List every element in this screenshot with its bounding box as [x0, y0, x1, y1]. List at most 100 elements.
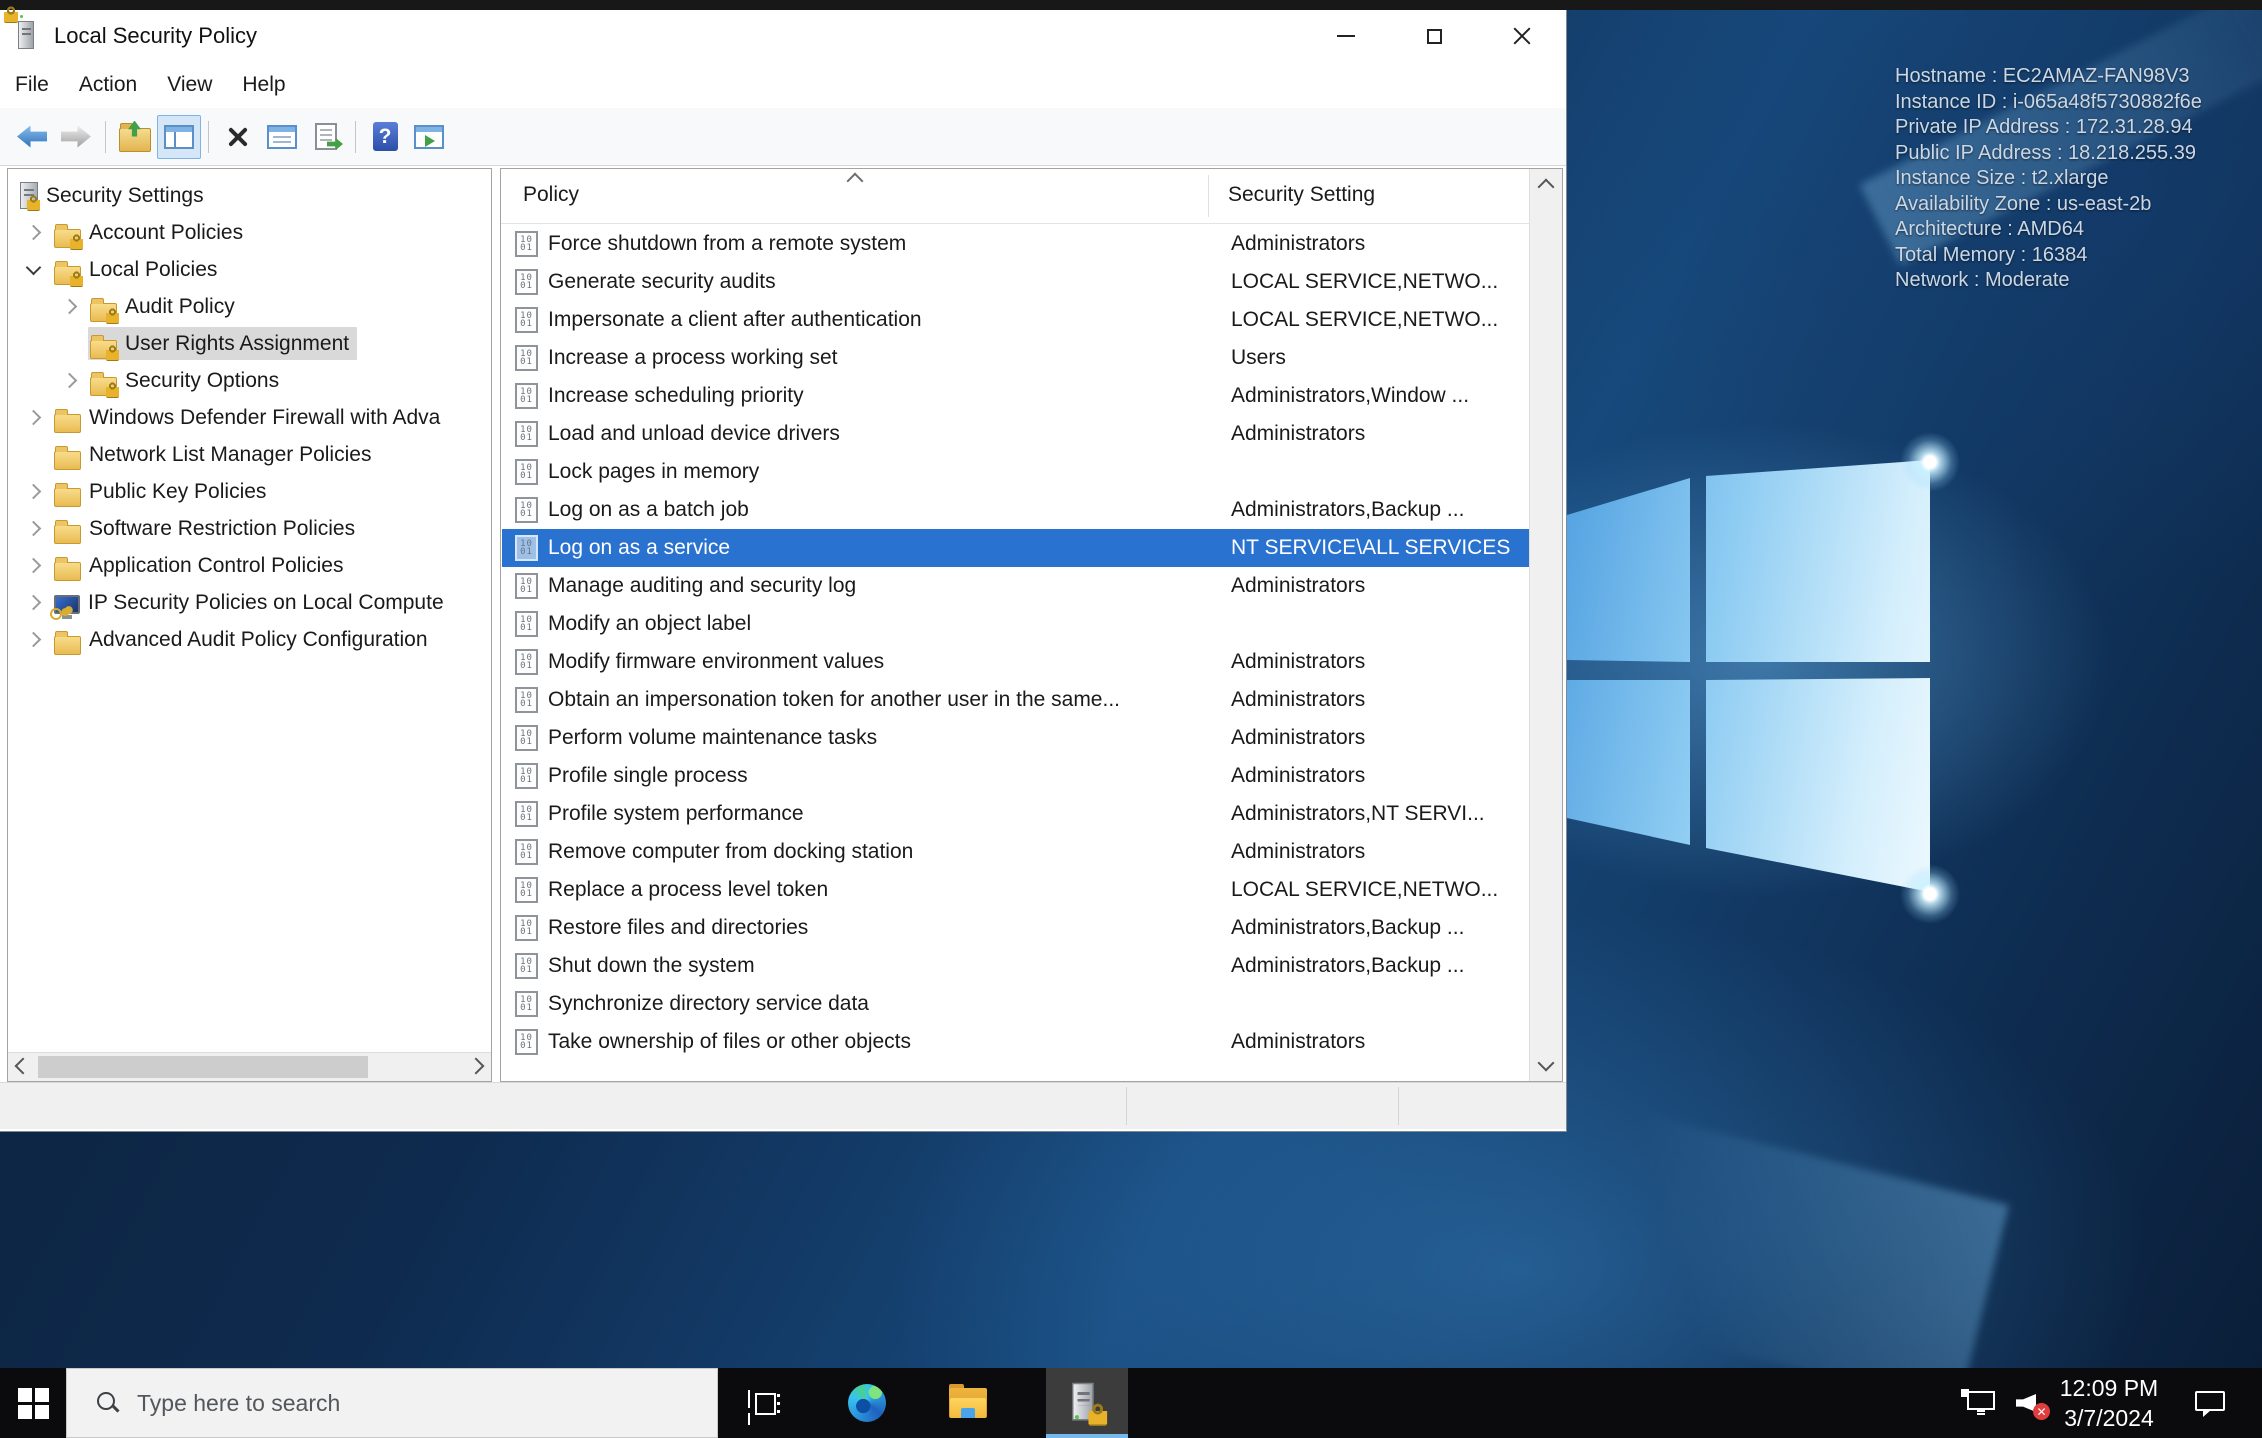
table-row[interactable]: 10 01 Replace a process level token LOCAL…: [502, 871, 1531, 909]
menu-item[interactable]: View: [152, 62, 227, 108]
minimize-button[interactable]: [1302, 10, 1390, 62]
search-input[interactable]: [135, 1388, 579, 1418]
table-row[interactable]: 10 01 Profile system performance Administ…: [502, 795, 1531, 833]
tree-item-label: Public Key Policies: [89, 479, 267, 503]
tree-item[interactable]: User Rights Assignment: [8, 325, 491, 362]
show-console-tree-button[interactable]: [157, 114, 201, 159]
table-row[interactable]: 10 01 Synchronize directory service data: [502, 985, 1531, 1023]
taskbar-search[interactable]: [66, 1368, 718, 1438]
menu-item[interactable]: Help: [227, 62, 300, 108]
chevron-icon: [25, 409, 42, 426]
table-row[interactable]: 10 01 Shut down the system Administrators…: [502, 947, 1531, 985]
policy-cell: Obtain an impersonation token for anothe…: [548, 688, 1120, 711]
task-view-button[interactable]: [733, 1368, 795, 1438]
menu-item[interactable]: File: [0, 62, 64, 108]
vertical-scrollbar[interactable]: [1529, 169, 1562, 1081]
table-row[interactable]: 10 01 Load and unload device drivers Admi…: [502, 415, 1531, 453]
table-row[interactable]: 10 01 Profile single process Administrato…: [502, 757, 1531, 795]
expander[interactable]: [22, 409, 52, 426]
tree-item-label: Network List Manager Policies: [89, 442, 372, 466]
table-row[interactable]: 10 01 Restore files and directories Admin…: [502, 909, 1531, 947]
tree-item[interactable]: Network List Manager Policies: [8, 436, 491, 473]
tree-item[interactable]: Account Policies: [8, 214, 491, 251]
scroll-up-icon[interactable]: [1537, 178, 1555, 196]
edge-button[interactable]: [836, 1368, 898, 1438]
tree-item[interactable]: Audit Policy: [8, 288, 491, 325]
tree-item-label: Advanced Audit Policy Configuration: [89, 627, 428, 651]
delete-button[interactable]: [216, 115, 260, 159]
expander[interactable]: [22, 259, 52, 276]
column-header-policy[interactable]: Policy: [523, 183, 579, 207]
table-row[interactable]: 10 01 Log on as a service NT SERVICE\ALL …: [502, 529, 1531, 567]
policy-rows: 10 01 Force shutdown from a remote system…: [502, 225, 1531, 1061]
close-icon: [1512, 26, 1532, 46]
table-row[interactable]: 10 01 Take ownership of files or other ob…: [502, 1023, 1531, 1061]
action-center-button[interactable]: [2180, 1368, 2242, 1438]
table-row[interactable]: 10 01 Force shutdown from a remote system…: [502, 225, 1531, 263]
tree-item[interactable]: Local Policies: [8, 251, 491, 288]
maximize-button[interactable]: [1390, 10, 1478, 62]
menu-item[interactable]: Action: [64, 62, 152, 108]
table-row[interactable]: 10 01 Manage auditing and security log Ad…: [502, 567, 1531, 605]
scroll-down-icon[interactable]: [1537, 1054, 1555, 1072]
column-header-security-setting[interactable]: Security Setting: [1228, 183, 1375, 207]
column-divider[interactable]: [1208, 175, 1209, 217]
security-setting-cell: Administrators: [1231, 650, 1366, 673]
tree-item[interactable]: Application Control Policies: [8, 547, 491, 584]
expander[interactable]: [22, 631, 52, 648]
delete-icon: [225, 124, 251, 150]
table-row[interactable]: 10 01 Increase a process working set User…: [502, 339, 1531, 377]
title-bar[interactable]: Local Security Policy: [0, 6, 1566, 62]
glow-star: [1900, 432, 1960, 492]
expander[interactable]: [22, 483, 52, 500]
expander[interactable]: [22, 557, 52, 574]
expander[interactable]: [22, 520, 52, 537]
tree-item[interactable]: Windows Defender Firewall with Adva: [8, 399, 491, 436]
tree-node-icon: [54, 482, 81, 507]
expander[interactable]: [58, 298, 88, 315]
tree-item[interactable]: Software Restriction Policies: [8, 510, 491, 547]
table-row[interactable]: 10 01 Remove computer from docking statio…: [502, 833, 1531, 871]
table-row[interactable]: 10 01 Impersonate a client after authenti…: [502, 301, 1531, 339]
chevron-icon: [25, 557, 42, 574]
file-explorer-button[interactable]: [937, 1368, 999, 1438]
forward-button[interactable]: [54, 115, 98, 159]
expander[interactable]: [58, 372, 88, 389]
scroll-right-icon[interactable]: [467, 1057, 485, 1075]
volume-muted-icon: ✕: [2014, 1388, 2050, 1420]
up-one-level-button[interactable]: [113, 115, 157, 159]
tree-item[interactable]: IP Security Policies on Local Compute: [8, 584, 491, 621]
policy-icon: 10 01: [515, 725, 538, 751]
table-row[interactable]: 10 01 Log on as a batch job Administrator…: [502, 491, 1531, 529]
expander[interactable]: [22, 449, 52, 460]
tree-item[interactable]: Security Settings: [8, 177, 491, 214]
window-title: Local Security Policy: [54, 23, 257, 48]
expander[interactable]: [22, 594, 52, 611]
help-button[interactable]: ?: [363, 115, 407, 159]
tree-item[interactable]: Advanced Audit Policy Configuration: [8, 621, 491, 658]
table-row[interactable]: 10 01 Lock pages in memory: [502, 453, 1531, 491]
tree-item[interactable]: Security Options: [8, 362, 491, 399]
table-row[interactable]: 10 01 Modify an object label: [502, 605, 1531, 643]
tree-item-label: Audit Policy: [125, 294, 235, 318]
security-setting-cell: Administrators,Backup ...: [1231, 498, 1465, 521]
local-security-policy-taskbar-button[interactable]: [1046, 1368, 1128, 1438]
scrollbar-thumb[interactable]: [38, 1056, 368, 1078]
table-row[interactable]: 10 01 Perform volume maintenance tasks Ad…: [502, 719, 1531, 757]
show-action-pane-button[interactable]: [407, 115, 451, 159]
taskbar-clock[interactable]: 12:09 PM 3/7/2024: [2046, 1368, 2172, 1438]
table-row[interactable]: 10 01 Obtain an impersonation token for a…: [502, 681, 1531, 719]
tree-item[interactable]: Public Key Policies: [8, 473, 491, 510]
table-row[interactable]: 10 01 Modify firmware environment values …: [502, 643, 1531, 681]
table-row[interactable]: 10 01 Increase scheduling priority Admini…: [502, 377, 1531, 415]
scroll-left-icon[interactable]: [14, 1057, 32, 1075]
start-button[interactable]: [0, 1368, 66, 1438]
horizontal-scrollbar[interactable]: [8, 1052, 491, 1081]
expander[interactable]: [22, 224, 52, 241]
close-button[interactable]: [1478, 10, 1566, 62]
export-list-button[interactable]: [304, 115, 348, 159]
expander[interactable]: [58, 338, 88, 349]
properties-button[interactable]: [260, 115, 304, 159]
back-button[interactable]: [10, 115, 54, 159]
table-row[interactable]: 10 01 Generate security audits LOCAL SERV…: [502, 263, 1531, 301]
